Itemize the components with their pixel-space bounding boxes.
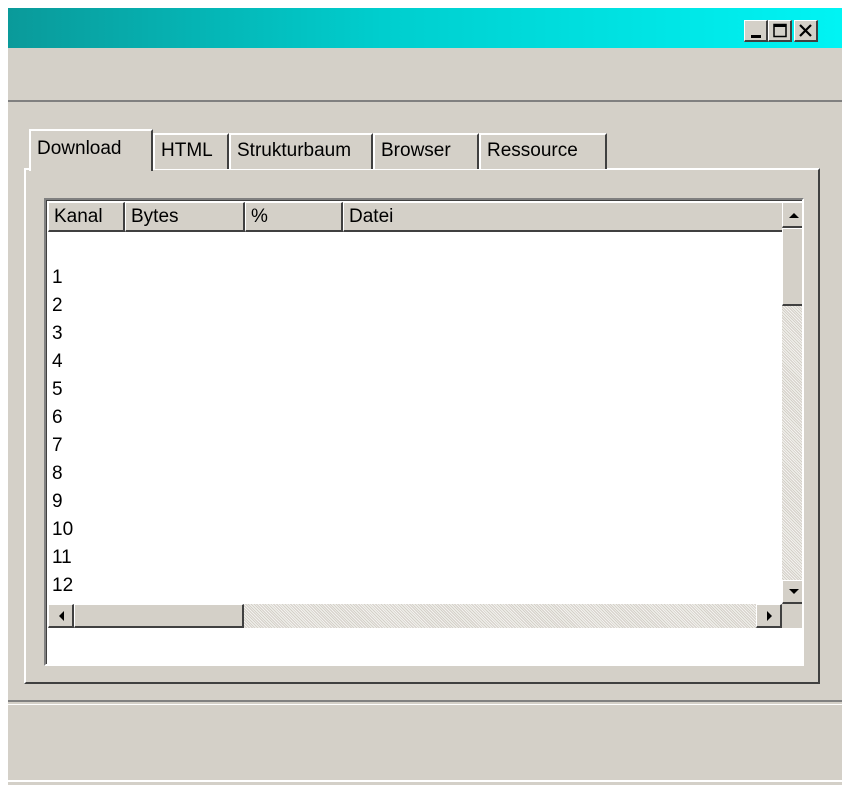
- scroll-up-button[interactable]: [782, 202, 802, 228]
- table-row[interactable]: 9: [52, 488, 772, 516]
- tab-panel-download: Kanal Bytes % Datei 1 2 3 4 5 6 7 8 9 10…: [24, 168, 820, 684]
- tab-html[interactable]: HTML: [153, 133, 229, 169]
- column-header-bytes[interactable]: Bytes: [125, 202, 245, 232]
- table-row[interactable]: 4: [52, 348, 772, 376]
- maximize-button[interactable]: [768, 20, 792, 42]
- triangle-left-icon: [59, 611, 64, 621]
- scroll-right-button[interactable]: [756, 604, 782, 628]
- status-bar: [8, 700, 842, 785]
- table-row[interactable]: 6: [52, 404, 772, 432]
- scroll-down-button[interactable]: [782, 580, 802, 604]
- table-row[interactable]: 12: [52, 572, 772, 600]
- column-header-percent[interactable]: %: [245, 202, 343, 232]
- table-row[interactable]: 8: [52, 460, 772, 488]
- close-button[interactable]: [794, 20, 818, 42]
- horizontal-scrollbar[interactable]: [48, 604, 782, 628]
- scroll-left-button[interactable]: [48, 604, 74, 628]
- list-rows: 1 2 3 4 5 6 7 8 9 10 11 12 13: [52, 264, 772, 604]
- vertical-scroll-thumb[interactable]: [782, 228, 802, 306]
- column-header-kanal[interactable]: Kanal: [48, 202, 125, 232]
- tab-strukturbaum[interactable]: Strukturbaum: [229, 133, 373, 169]
- table-row[interactable]: 11: [52, 544, 772, 572]
- horizontal-scroll-thumb[interactable]: [74, 604, 244, 628]
- column-header-datei[interactable]: Datei: [343, 202, 784, 232]
- close-icon: [799, 24, 812, 37]
- table-row[interactable]: 10: [52, 516, 772, 544]
- vertical-scrollbar[interactable]: [782, 202, 802, 604]
- title-bar[interactable]: [8, 8, 842, 48]
- table-row[interactable]: 7: [52, 432, 772, 460]
- download-list[interactable]: Kanal Bytes % Datei 1 2 3 4 5 6 7 8 9 10…: [44, 198, 804, 666]
- table-row[interactable]: 3: [52, 320, 772, 348]
- minimize-button[interactable]: [744, 20, 768, 42]
- triangle-right-icon: [767, 611, 772, 621]
- toolbar-area: [8, 48, 842, 102]
- table-row[interactable]: 2: [52, 292, 772, 320]
- triangle-up-icon: [789, 213, 799, 218]
- status-bar-highlight: [8, 704, 842, 705]
- status-bar-bottom-edge: [8, 780, 842, 782]
- list-header: Kanal Bytes % Datei: [48, 202, 784, 232]
- maximize-icon: [773, 23, 787, 38]
- table-row[interactable]: 5: [52, 376, 772, 404]
- triangle-down-icon: [789, 589, 799, 594]
- application-window: Kanal Bytes % Datei 1 2 3 4 5 6 7 8 9 10…: [8, 8, 842, 785]
- table-row[interactable]: 1: [52, 264, 772, 292]
- tab-browser[interactable]: Browser: [373, 133, 479, 169]
- tab-download[interactable]: Download: [29, 129, 153, 171]
- tab-ressource[interactable]: Ressource: [479, 133, 607, 169]
- scroll-corner: [782, 604, 802, 628]
- minimize-icon: [751, 35, 761, 38]
